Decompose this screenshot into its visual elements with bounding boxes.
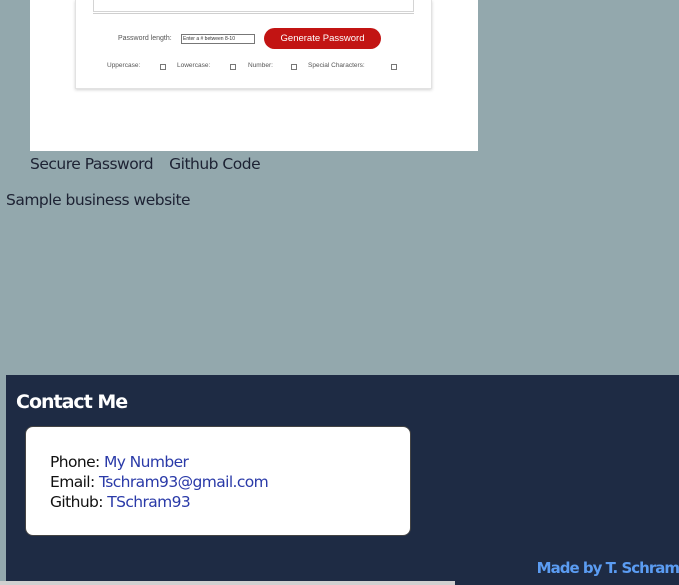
phone-label: Phone: [50, 453, 100, 471]
made-by-link[interactable]: Made by T. Schram [537, 559, 679, 577]
secure-password-link[interactable]: Secure Password [30, 155, 154, 173]
contact-title: Contact Me [16, 391, 128, 413]
character-options: Uppercase: Lowercase: Number: Special Ch… [107, 62, 407, 72]
project-links: Secure Password Github Code [30, 155, 276, 173]
email-row: Email: Tschram93@gmail.com [50, 472, 269, 492]
number-checkbox [291, 64, 297, 70]
github-code-link[interactable]: Github Code [169, 155, 261, 173]
lowercase-checkbox [230, 64, 236, 70]
special-characters-checkbox [391, 64, 397, 70]
generate-password-button: Generate Password [264, 28, 381, 49]
password-length-label: Password length: [118, 35, 172, 42]
number-label: Number: [248, 62, 273, 69]
uppercase-label: Uppercase: [107, 62, 141, 69]
contact-section: Contact Me Phone: My Number Email: Tschr… [6, 375, 679, 585]
password-output-box [93, 0, 414, 12]
email-link[interactable]: Tschram93@gmail.com [99, 473, 269, 491]
phone-link[interactable]: My Number [104, 453, 189, 471]
project-preview-image: Password length: Enter a # between 8-10 … [30, 0, 478, 151]
password-generator-card: Password length: Enter a # between 8-10 … [75, 0, 432, 89]
sample-business-website-label: Sample business website [6, 191, 191, 209]
phone-row: Phone: My Number [50, 452, 268, 472]
uppercase-checkbox [160, 64, 166, 70]
github-label: Github: [50, 493, 104, 511]
email-label: Email: [50, 473, 95, 491]
divider [93, 13, 414, 14]
horizontal-scrollbar[interactable] [0, 581, 455, 585]
github-row: Github: TSchram93 [50, 492, 268, 512]
password-length-input: Enter a # between 8-10 [181, 34, 255, 44]
contact-info-box: Phone: My Number Email: Tschram93@gmail.… [25, 426, 411, 536]
github-link[interactable]: TSchram93 [107, 493, 191, 511]
lowercase-label: Lowercase: [177, 62, 211, 69]
contact-info: Phone: My Number Email: Tschram93@gmail.… [50, 452, 269, 512]
special-characters-label: Special Characters: [308, 62, 365, 69]
